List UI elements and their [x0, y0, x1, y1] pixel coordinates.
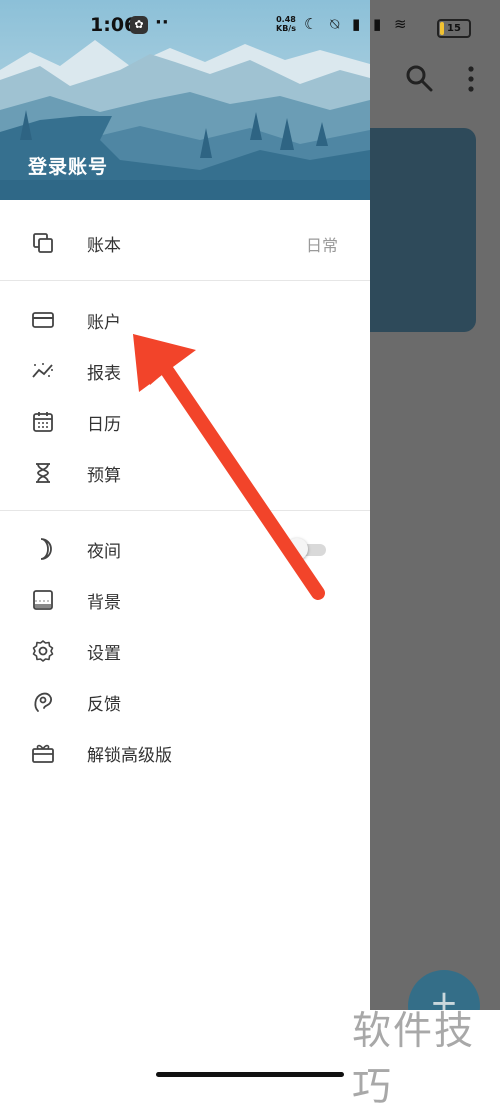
red-annotation-arrow: [133, 334, 325, 600]
watermark-text: 软件技巧: [352, 1009, 476, 1110]
